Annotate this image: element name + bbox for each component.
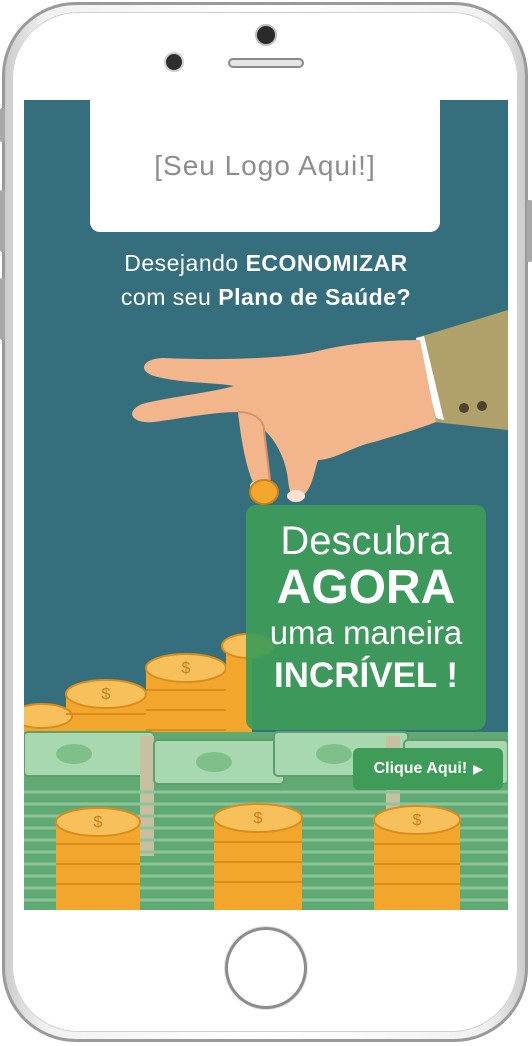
power-button (527, 200, 532, 262)
headline-highlight-1: ECONOMIZAR (245, 250, 408, 276)
headline-line-2-text: com seu (120, 284, 219, 310)
mute-switch (0, 108, 5, 142)
cta-label: Clique Aqui! (373, 760, 468, 777)
play-arrow-icon: ▶ (473, 762, 483, 776)
home-button[interactable] (225, 927, 307, 1009)
svg-text:$: $ (254, 810, 263, 827)
promo-box: Descubra AGORA uma maneira INCRÍVEL ! (246, 505, 486, 730)
held-coin-icon (249, 479, 279, 505)
headline-highlight-2: Plano de Saúde? (218, 284, 412, 310)
coin-stacks-front-icon: $ $ $ (55, 803, 461, 910)
earpiece-speaker (228, 58, 304, 68)
promo-line-3: uma maneira (269, 614, 463, 651)
ad-screen: $ $ $ $ $ [Seu Logo Aqui!] Desejando ECO… (24, 100, 508, 910)
promo-line-1: Descubra (280, 519, 452, 563)
svg-text:$: $ (182, 660, 191, 677)
front-camera-icon (166, 54, 182, 70)
svg-text:$: $ (102, 686, 111, 703)
headline-line-2: com seu Plano de Saúde? (24, 280, 508, 314)
logo-text: [Seu Logo Aqui!] (154, 150, 376, 181)
headline: Desejando ECONOMIZAR com seu Plano de Sa… (24, 246, 508, 314)
logo-placeholder: [Seu Logo Aqui!] (90, 100, 440, 232)
top-camera-icon (257, 26, 275, 44)
headline-line-1-text: Desejando (124, 250, 246, 276)
svg-text:$: $ (413, 812, 422, 829)
headline-line-1: Desejando ECONOMIZAR (24, 246, 508, 280)
promo-line-2: AGORA (276, 561, 456, 614)
promo-line-4: INCRÍVEL ! (273, 656, 459, 695)
volume-down-button (0, 278, 5, 340)
hand-icon (132, 340, 436, 502)
volume-up-button (0, 190, 5, 252)
svg-text:$: $ (94, 814, 103, 831)
cta-button[interactable]: Clique Aqui! ▶ (353, 748, 503, 790)
